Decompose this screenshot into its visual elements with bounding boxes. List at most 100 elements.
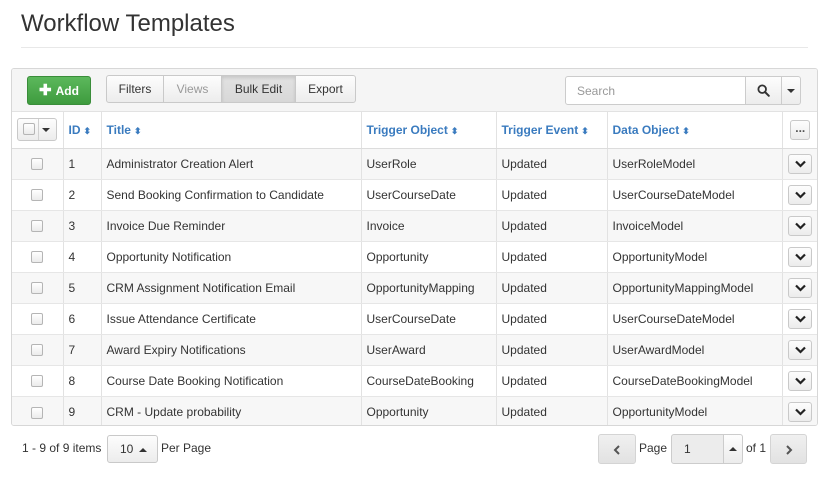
column-header-trigger-event[interactable]: Trigger Event ⬍	[496, 112, 608, 149]
toolbar: ✚ Add Filters Views Bulk Edit Export	[12, 69, 817, 112]
table-row[interactable]: 5 CRM Assignment Notification Email Opport…	[12, 272, 817, 304]
row-actions-button[interactable]	[788, 184, 813, 205]
chevron-down-icon	[795, 222, 807, 230]
sort-icon: ⬍	[581, 125, 589, 136]
row-action-cell	[782, 334, 817, 366]
row-action-cell	[782, 272, 817, 304]
select-all-header	[12, 112, 64, 149]
search-button[interactable]	[745, 76, 782, 105]
page-number-input[interactable]	[671, 434, 724, 464]
row-checkbox[interactable]	[31, 406, 44, 419]
cell-trigger-event: Updated	[496, 303, 608, 335]
row-action-cell	[782, 179, 817, 211]
row-action-cell	[782, 365, 817, 397]
row-actions-button[interactable]	[788, 277, 813, 298]
table-row[interactable]: 8 Course Date Booking Notification CourseD…	[12, 365, 817, 397]
column-options-header: ...	[782, 112, 817, 149]
cell-title: Invoice Due Reminder	[101, 210, 362, 242]
page-title: Workflow Templates	[21, 10, 235, 37]
row-actions-button[interactable]	[788, 308, 813, 329]
per-page-select[interactable]: 10	[107, 435, 158, 463]
search-options-button[interactable]	[781, 76, 801, 105]
views-button[interactable]: Views	[163, 75, 222, 103]
row-checkbox[interactable]	[31, 189, 44, 202]
row-checkbox[interactable]	[31, 375, 44, 388]
chevron-down-icon	[795, 408, 807, 416]
cell-id: 3	[63, 210, 102, 242]
cell-id: 7	[63, 334, 102, 366]
row-select-cell	[12, 334, 64, 366]
select-all-checkbox[interactable]	[23, 123, 36, 136]
cell-title: CRM - Update probability	[101, 396, 362, 425]
cell-trigger-event: Updated	[496, 210, 608, 242]
cell-title: Send Booking Confirmation to Candidate	[101, 179, 362, 211]
cell-trigger-object: UserCourseDate	[361, 179, 497, 211]
cell-data-object: CourseDateBookingModel	[607, 365, 783, 397]
export-button[interactable]: Export	[295, 75, 356, 103]
table-row[interactable]: 3 Invoice Due Reminder Invoice Updated Invoi…	[12, 210, 817, 242]
row-action-cell	[782, 303, 817, 335]
row-checkbox[interactable]	[31, 282, 44, 295]
cell-id: 4	[63, 241, 102, 273]
cell-trigger-object: UserRole	[361, 148, 497, 180]
row-actions-button[interactable]	[788, 339, 813, 360]
per-page-value: 10	[120, 442, 134, 456]
column-header-id[interactable]: ID ⬍	[63, 112, 102, 149]
cell-data-object: OpportunityModel	[607, 396, 783, 425]
column-header-trigger-object[interactable]: Trigger Object ⬍	[361, 112, 497, 149]
sort-icon: ⬍	[133, 125, 142, 136]
row-actions-button[interactable]	[788, 246, 813, 267]
row-select-cell	[12, 365, 64, 397]
cell-trigger-event: Updated	[496, 396, 608, 425]
column-header-title[interactable]: Title ⬍	[101, 112, 362, 149]
cell-trigger-object: UserAward	[361, 334, 497, 366]
row-checkbox[interactable]	[31, 251, 44, 264]
column-header-data-object[interactable]: Data Object ⬍	[607, 112, 783, 149]
bulk-edit-button[interactable]: Bulk Edit	[221, 75, 296, 103]
cell-trigger-event: Updated	[496, 179, 608, 211]
cell-trigger-event: Updated	[496, 148, 608, 180]
row-actions-button[interactable]	[788, 370, 813, 391]
templates-table: ID ⬍ Title ⬍ Trigger Object ⬍ Trigger Event…	[12, 112, 817, 425]
cell-id: 6	[63, 303, 102, 335]
search-input[interactable]	[565, 76, 746, 105]
table-row[interactable]: 4 Opportunity Notification Opportunity Upda…	[12, 241, 817, 273]
row-checkbox[interactable]	[31, 313, 44, 326]
cell-title: CRM Assignment Notification Email	[101, 272, 362, 304]
cell-trigger-event: Updated	[496, 365, 608, 397]
cell-trigger-event: Updated	[496, 241, 608, 273]
chevron-left-icon	[613, 445, 620, 455]
select-all-dropdown[interactable]	[17, 118, 58, 142]
chevron-down-icon	[795, 377, 807, 385]
row-checkbox[interactable]	[31, 220, 44, 233]
next-page-button[interactable]	[770, 434, 807, 464]
table-row[interactable]: 9 CRM - Update probability Opportunity Upda…	[12, 396, 817, 425]
row-select-cell	[12, 272, 64, 304]
row-checkbox[interactable]	[31, 344, 44, 357]
row-select-cell	[12, 241, 64, 273]
column-options-button[interactable]: ...	[790, 119, 811, 140]
chevron-right-icon	[786, 445, 793, 455]
cell-trigger-object: UserCourseDate	[361, 303, 497, 335]
row-actions-button[interactable]	[788, 153, 813, 174]
cell-data-object: UserCourseDateModel	[607, 179, 783, 211]
row-action-cell	[782, 210, 817, 242]
sort-icon: ⬍	[450, 125, 459, 136]
caret-up-icon	[139, 448, 147, 452]
page-number-spinner[interactable]	[723, 434, 743, 464]
add-button[interactable]: ✚ Add	[27, 76, 91, 105]
filters-button[interactable]: Filters	[106, 75, 164, 103]
cell-trigger-event: Updated	[496, 334, 608, 366]
row-checkbox[interactable]	[31, 158, 44, 171]
table-row[interactable]: 7 Award Expiry Notifications UserAward Upda…	[12, 334, 817, 366]
cell-title: Course Date Booking Notification	[101, 365, 362, 397]
cell-trigger-object: OpportunityMapping	[361, 272, 497, 304]
table-row[interactable]: 2 Send Booking Confirmation to Candidate U…	[12, 179, 817, 211]
previous-page-button[interactable]	[598, 434, 636, 464]
table-row[interactable]: 6 Issue Attendance Certificate UserCourseD…	[12, 303, 817, 335]
row-select-cell	[12, 148, 64, 180]
row-actions-button[interactable]	[788, 215, 813, 236]
table-row[interactable]: 1 Administrator Creation Alert UserRole Upd…	[12, 148, 817, 180]
row-action-cell	[782, 396, 817, 425]
row-actions-button[interactable]	[788, 401, 813, 422]
